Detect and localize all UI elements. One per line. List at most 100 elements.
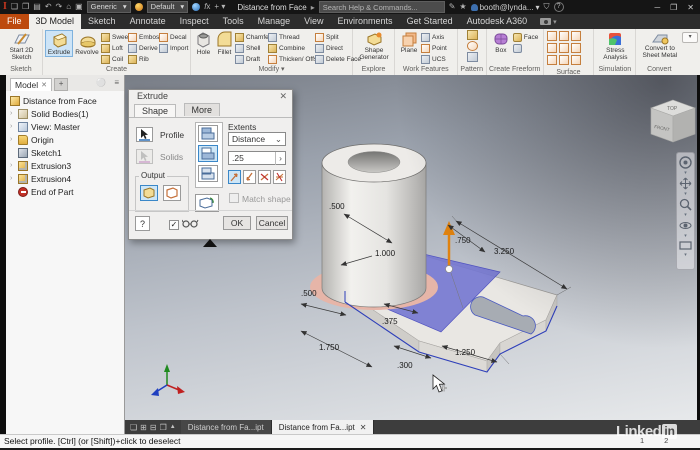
split-button[interactable]: Split: [315, 32, 351, 42]
chevron-down-icon[interactable]: ▾: [684, 253, 687, 257]
untrim-icon[interactable]: [559, 55, 569, 65]
hole-button[interactable]: Hole: [193, 30, 214, 57]
stress-analysis-button[interactable]: Stress Analysis: [596, 30, 634, 62]
direction-flipped-button[interactable]: [243, 170, 256, 184]
tree-item-root[interactable]: Distance from Face: [6, 94, 124, 107]
add-browser-button[interactable]: +: [54, 78, 68, 91]
start-2d-sketch-button[interactable]: Start 2D Sketch: [3, 30, 41, 62]
manipulator-ball[interactable]: [446, 266, 453, 273]
chamfer-button[interactable]: Chamfer: [235, 32, 268, 42]
redo-icon[interactable]: ↷: [56, 2, 63, 12]
preview-glasses-icon[interactable]: [182, 219, 199, 228]
cancel-button[interactable]: Cancel: [256, 216, 288, 230]
combine-button[interactable]: Combine: [268, 43, 315, 53]
view-cube[interactable]: TOP FRONT: [648, 96, 698, 152]
parameters-fx-icon[interactable]: fx: [204, 2, 210, 12]
rectangular-pattern-icon[interactable]: [467, 30, 478, 40]
expand-up-icon[interactable]: ▲: [170, 424, 176, 430]
extend-icon[interactable]: [559, 43, 569, 53]
tile-vertical-icon[interactable]: ❒: [160, 423, 167, 432]
appearance-dropdown[interactable]: Default▾: [147, 1, 189, 13]
dialog-tab-more[interactable]: More: [184, 103, 221, 116]
dialog-help-button[interactable]: ?: [135, 216, 150, 231]
expand-arrow-icon[interactable]: ›: [10, 162, 15, 169]
close-button[interactable]: ✕: [684, 3, 697, 12]
tile-horizontal-icon[interactable]: ⊟: [150, 423, 157, 432]
adjust-icon[interactable]: [192, 3, 200, 11]
sculpt-icon[interactable]: [547, 43, 557, 53]
navigation-wheel-icon[interactable]: [679, 156, 692, 169]
chevron-down-icon[interactable]: ▾: [684, 192, 687, 196]
tab-3d-model[interactable]: 3D Model: [29, 14, 82, 29]
tree-item-extrusion3[interactable]: ›Extrusion3: [6, 159, 124, 172]
dialog-expand-arrow[interactable]: [203, 239, 217, 247]
expand-arrow-icon[interactable]: ›: [10, 175, 15, 182]
tree-item-sketch1[interactable]: Sketch1: [6, 146, 124, 159]
import-button[interactable]: Import: [159, 43, 189, 53]
render-icon[interactable]: ▣: [75, 2, 83, 12]
measure-plus-icon[interactable]: + ▾: [214, 2, 225, 12]
close-icon[interactable]: ✕: [360, 423, 367, 432]
thicken-offset-button[interactable]: Thicken/ Offset: [268, 54, 315, 64]
decal-button[interactable]: Decal: [159, 32, 189, 42]
extrude-button[interactable]: Extrude: [45, 30, 73, 57]
output-solid-button[interactable]: [140, 185, 158, 201]
emboss-button[interactable]: Emboss: [128, 32, 159, 42]
thread-button[interactable]: Thread: [268, 32, 315, 42]
tab-sketch[interactable]: Sketch: [81, 14, 123, 29]
repair-icon[interactable]: [571, 55, 581, 65]
search-icon[interactable]: ⚪: [96, 78, 106, 87]
ok-button[interactable]: OK: [223, 216, 251, 230]
tab-autodesk-a360[interactable]: Autodesk A360: [460, 14, 535, 29]
account-menu[interactable]: booth@lynda...▾: [471, 3, 540, 12]
convert-sheet-metal-button[interactable]: Convert to Sheet Metal: [638, 30, 681, 60]
fillet-button[interactable]: Fillet: [214, 30, 235, 57]
new-file-icon[interactable]: ❑: [11, 2, 18, 12]
pan-icon[interactable]: [679, 177, 692, 190]
tree-item-extrusion4[interactable]: ›Extrusion4: [6, 172, 124, 185]
tree-item-origin[interactable]: ›Origin: [6, 133, 124, 146]
tree-item-view-master[interactable]: ›View: Master: [6, 120, 124, 133]
zoom-icon[interactable]: [679, 198, 692, 211]
tile-windows-icon[interactable]: ⊞: [140, 423, 147, 432]
search-input[interactable]: [319, 1, 445, 13]
expand-arrow-icon[interactable]: ›: [10, 136, 15, 143]
look-at-icon[interactable]: [679, 240, 692, 251]
solids-select-button[interactable]: [136, 149, 153, 164]
trim-icon[interactable]: [571, 31, 581, 41]
doc-tab-2[interactable]: Distance from Fa...ipt✕: [272, 420, 375, 434]
part-model[interactable]: [310, 144, 557, 372]
direct-button[interactable]: Direct: [315, 43, 351, 53]
group-label-modify[interactable]: Modify ▾: [191, 65, 352, 75]
restore-button[interactable]: ❐: [667, 3, 680, 12]
material-dropdown[interactable]: Generic▾: [87, 1, 131, 13]
tree-item-end-of-part[interactable]: End of Part: [6, 185, 124, 198]
sweep-button[interactable]: Sweep: [101, 32, 128, 42]
cut-button[interactable]: [198, 145, 218, 162]
output-surface-button[interactable]: [163, 185, 181, 201]
browser-tab-model[interactable]: Model✕: [10, 78, 52, 91]
tab-manage[interactable]: Manage: [251, 14, 298, 29]
stitch-icon[interactable]: [547, 31, 557, 41]
chevron-down-icon[interactable]: ▾: [684, 213, 687, 217]
camera-icon[interactable]: [540, 18, 551, 25]
home-icon[interactable]: ⌂: [66, 2, 71, 12]
favorites-star-icon[interactable]: ★: [459, 2, 466, 12]
tab-annotate[interactable]: Annotate: [123, 14, 173, 29]
shape-generator-button[interactable]: Shape Generator: [355, 30, 393, 62]
extrude-dialog[interactable]: Extrude ✕ Shape More Profile Solids Outp…: [128, 89, 293, 240]
save-icon[interactable]: ▤: [33, 2, 41, 12]
loft-button[interactable]: Loft: [101, 43, 128, 53]
open-icon[interactable]: ❒: [22, 2, 29, 12]
freeform-convert-button[interactable]: [513, 43, 541, 53]
ucs-button[interactable]: UCS: [421, 54, 455, 64]
orbit-icon[interactable]: [679, 219, 692, 232]
axis-button[interactable]: Axis: [421, 32, 455, 42]
rib-button[interactable]: Rib: [128, 54, 159, 64]
patch-icon[interactable]: [559, 31, 569, 41]
minimize-button[interactable]: ─: [651, 3, 663, 12]
coil-button[interactable]: Coil: [101, 54, 128, 64]
delete-face-button[interactable]: Delete Face: [315, 54, 351, 64]
direction-default-button[interactable]: [228, 170, 241, 184]
title-arrow-icon[interactable]: ▸: [311, 3, 315, 12]
